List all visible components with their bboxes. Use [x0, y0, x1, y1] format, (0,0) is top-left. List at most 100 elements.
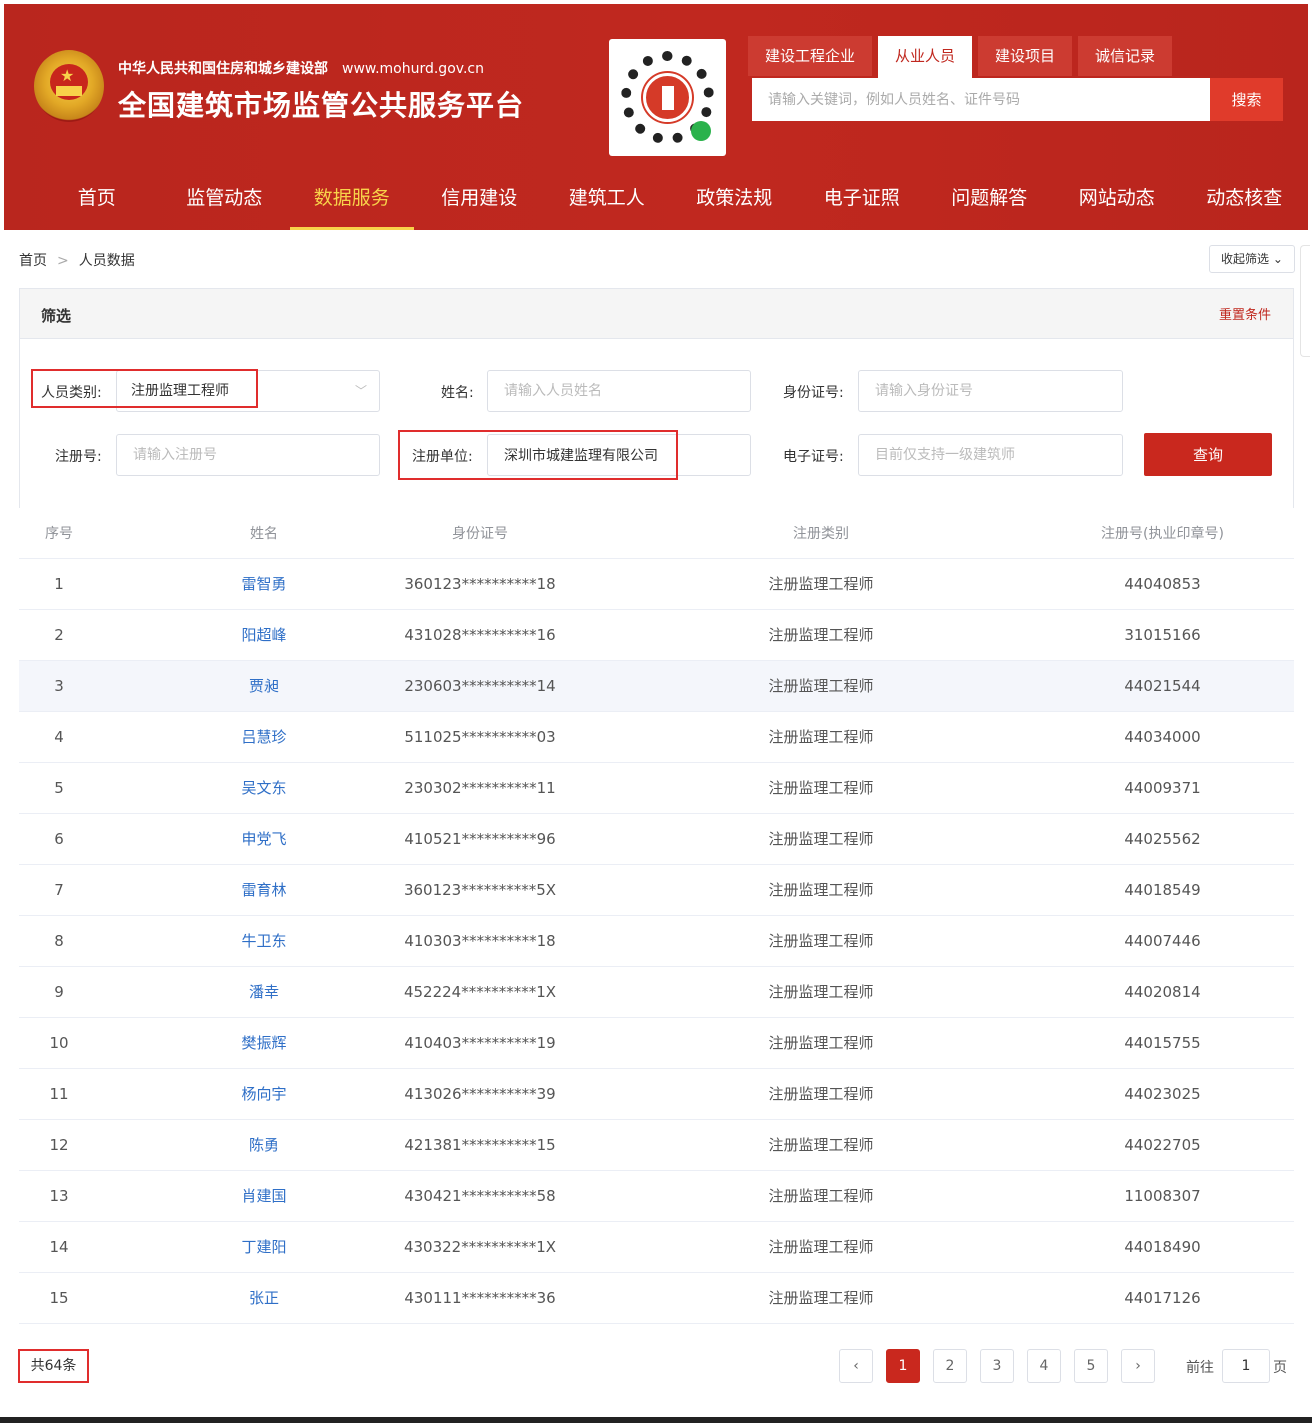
row-index: 6 — [54, 830, 64, 848]
collapse-filter-button[interactable]: 收起筛选 ⌄ — [1209, 245, 1295, 273]
person-name-link[interactable]: 牛卫东 — [99, 916, 349, 966]
table-row[interactable]: 4 吕慧珍 511025**********03 注册监理工程师 44034000 — [19, 712, 1294, 763]
table-row[interactable]: 9 潘幸 452224**********1X 注册监理工程师 44020814 — [19, 967, 1294, 1018]
table-header: 序号 姓名 身份证号 注册类别 注册号(执业印章号) — [19, 509, 1294, 559]
row-reg-number: 44018490 — [1124, 1238, 1201, 1256]
goto-label: 前往 — [1186, 1360, 1214, 1376]
nav-item-data-service[interactable]: 数据服务 — [288, 166, 416, 230]
prev-page-button[interactable]: ‹ — [839, 1349, 873, 1383]
row-id-number: 230603**********14 — [404, 677, 556, 695]
ministry-url[interactable]: www.mohurd.gov.cn — [342, 61, 484, 77]
goto-page-input[interactable] — [1222, 1349, 1270, 1383]
table-row[interactable]: 2 阳超峰 431028**********16 注册监理工程师 31015166 — [19, 610, 1294, 661]
nav-item-home[interactable]: 首页 — [33, 166, 161, 230]
table-row[interactable]: 12 陈勇 421381**********15 注册监理工程师 44022705 — [19, 1120, 1294, 1171]
nav-item-site-news[interactable]: 网站动态 — [1053, 166, 1181, 230]
page-button-5[interactable]: 5 — [1074, 1349, 1108, 1383]
reset-filter-link[interactable]: 重置条件 — [1219, 304, 1271, 323]
person-name-link[interactable]: 吕慧珍 — [99, 712, 349, 762]
row-index: 4 — [54, 728, 64, 746]
person-name-link[interactable]: 阳超峰 — [99, 610, 349, 660]
page-button-2[interactable]: 2 — [933, 1349, 967, 1383]
table-row[interactable]: 10 樊振辉 410403**********19 注册监理工程师 44015755 — [19, 1018, 1294, 1069]
row-id-number: 410521**********96 — [404, 830, 556, 848]
breadcrumb-current: 人员数据 — [78, 253, 135, 269]
table-row[interactable]: 6 申党飞 410521**********96 注册监理工程师 44025562 — [19, 814, 1294, 865]
person-name-link[interactable]: 雷育林 — [99, 865, 349, 915]
nav-item-faq[interactable]: 问题解答 — [926, 166, 1054, 230]
chevron-right-icon: > — [57, 253, 69, 269]
main-nav: 首页 监管动态 数据服务 信用建设 建筑工人 政策法规 电子证照 问题解答 网站… — [4, 166, 1308, 230]
person-name-link[interactable]: 樊振辉 — [99, 1018, 349, 1068]
row-reg-number: 44022705 — [1124, 1136, 1201, 1154]
person-name-link[interactable]: 丁建阳 — [99, 1222, 349, 1272]
nav-item-credit[interactable]: 信用建设 — [416, 166, 544, 230]
table-row[interactable]: 15 张正 430111**********36 注册监理工程师 44017126 — [19, 1273, 1294, 1324]
row-reg-type: 注册监理工程师 — [768, 1187, 874, 1205]
person-name-link[interactable]: 肖建国 — [99, 1171, 349, 1221]
side-float-tab[interactable] — [1300, 245, 1310, 357]
person-name-link[interactable]: 贾昶 — [99, 661, 349, 711]
person-name-link[interactable]: 张正 — [99, 1273, 349, 1323]
footer-bar — [0, 1417, 1312, 1423]
person-name-link[interactable]: 陈勇 — [99, 1120, 349, 1170]
reg-number-input[interactable] — [116, 434, 380, 476]
breadcrumb-home[interactable]: 首页 — [19, 253, 47, 269]
table-row[interactable]: 13 肖建国 430421**********58 注册监理工程师 11008307 — [19, 1171, 1294, 1222]
tab-personnel[interactable]: 从业人员 — [878, 36, 973, 78]
row-reg-type: 注册监理工程师 — [768, 1034, 874, 1052]
table-row[interactable]: 14 丁建阳 430322**********1X 注册监理工程师 44018490 — [19, 1222, 1294, 1273]
next-page-button[interactable]: › — [1121, 1349, 1155, 1383]
name-input[interactable] — [487, 370, 751, 412]
nav-item-e-license[interactable]: 电子证照 — [798, 166, 926, 230]
national-emblem-icon: ★ — [34, 50, 104, 122]
row-index: 2 — [54, 626, 64, 644]
table-row[interactable]: 1 雷智勇 360123**********18 注册监理工程师 44040853 — [19, 559, 1294, 610]
nav-item-workers[interactable]: 建筑工人 — [543, 166, 671, 230]
col-name: 姓名 — [250, 526, 278, 542]
id-number-input[interactable] — [858, 370, 1123, 412]
name-label: 姓名: — [441, 385, 474, 401]
nav-item-supervision[interactable]: 监管动态 — [161, 166, 289, 230]
person-name-link[interactable]: 吴文东 — [99, 763, 349, 813]
person-name-link[interactable]: 杨向宇 — [99, 1069, 349, 1119]
page-button-4[interactable]: 4 — [1027, 1349, 1061, 1383]
person-name-link[interactable]: 雷智勇 — [99, 559, 349, 609]
page-button-3[interactable]: 3 — [980, 1349, 1014, 1383]
table-row[interactable]: 5 吴文东 230302**********11 注册监理工程师 44009371 — [19, 763, 1294, 814]
nav-item-verification[interactable]: 动态核查 — [1181, 166, 1309, 230]
row-index: 9 — [54, 983, 64, 1001]
tab-credit[interactable]: 诚信记录 — [1078, 36, 1173, 76]
row-index: 12 — [49, 1136, 69, 1154]
query-button[interactable]: 查询 — [1144, 433, 1272, 476]
row-reg-number: 44018549 — [1124, 881, 1201, 899]
row-id-number: 430421**********58 — [404, 1187, 556, 1205]
page-button-1[interactable]: 1 — [886, 1349, 920, 1383]
row-id-number: 511025**********03 — [404, 728, 556, 746]
row-index: 13 — [49, 1187, 69, 1205]
table-row[interactable]: 7 雷育林 360123**********5X 注册监理工程师 44018549 — [19, 865, 1294, 916]
search-button[interactable]: 搜索 — [1210, 78, 1283, 121]
person-name-link[interactable]: 潘幸 — [99, 967, 349, 1017]
table-row[interactable]: 3 贾昶 230603**********14 注册监理工程师 44021544 — [19, 661, 1294, 712]
nav-item-policy[interactable]: 政策法规 — [671, 166, 799, 230]
row-reg-type: 注册监理工程师 — [768, 626, 874, 644]
table-row[interactable]: 11 杨向宇 413026**********39 注册监理工程师 44023025 — [19, 1069, 1294, 1120]
tab-enterprise[interactable]: 建设工程企业 — [748, 36, 873, 76]
row-id-number: 360123**********5X — [403, 881, 557, 899]
row-index: 5 — [54, 779, 64, 797]
table-row[interactable]: 8 牛卫东 410303**********18 注册监理工程师 44007446 — [19, 916, 1294, 967]
row-reg-type: 注册监理工程师 — [768, 932, 874, 950]
tab-project[interactable]: 建设项目 — [978, 36, 1073, 76]
goto-unit: 页 — [1273, 1360, 1287, 1376]
row-index: 7 — [54, 881, 64, 899]
search-input[interactable] — [752, 78, 1210, 121]
person-name-link[interactable]: 申党飞 — [99, 814, 349, 864]
personnel-table: 序号 姓名 身份证号 注册类别 注册号(执业印章号) 1 雷智勇 360123***… — [19, 509, 1294, 1324]
row-reg-type: 注册监理工程师 — [768, 1136, 874, 1154]
total-count: 共64条 — [18, 1349, 89, 1383]
row-reg-number: 44021544 — [1124, 677, 1201, 695]
e-cert-label: 电子证号: — [783, 449, 844, 465]
col-reg-type: 注册类别 — [793, 526, 849, 542]
e-cert-input[interactable] — [858, 434, 1123, 476]
